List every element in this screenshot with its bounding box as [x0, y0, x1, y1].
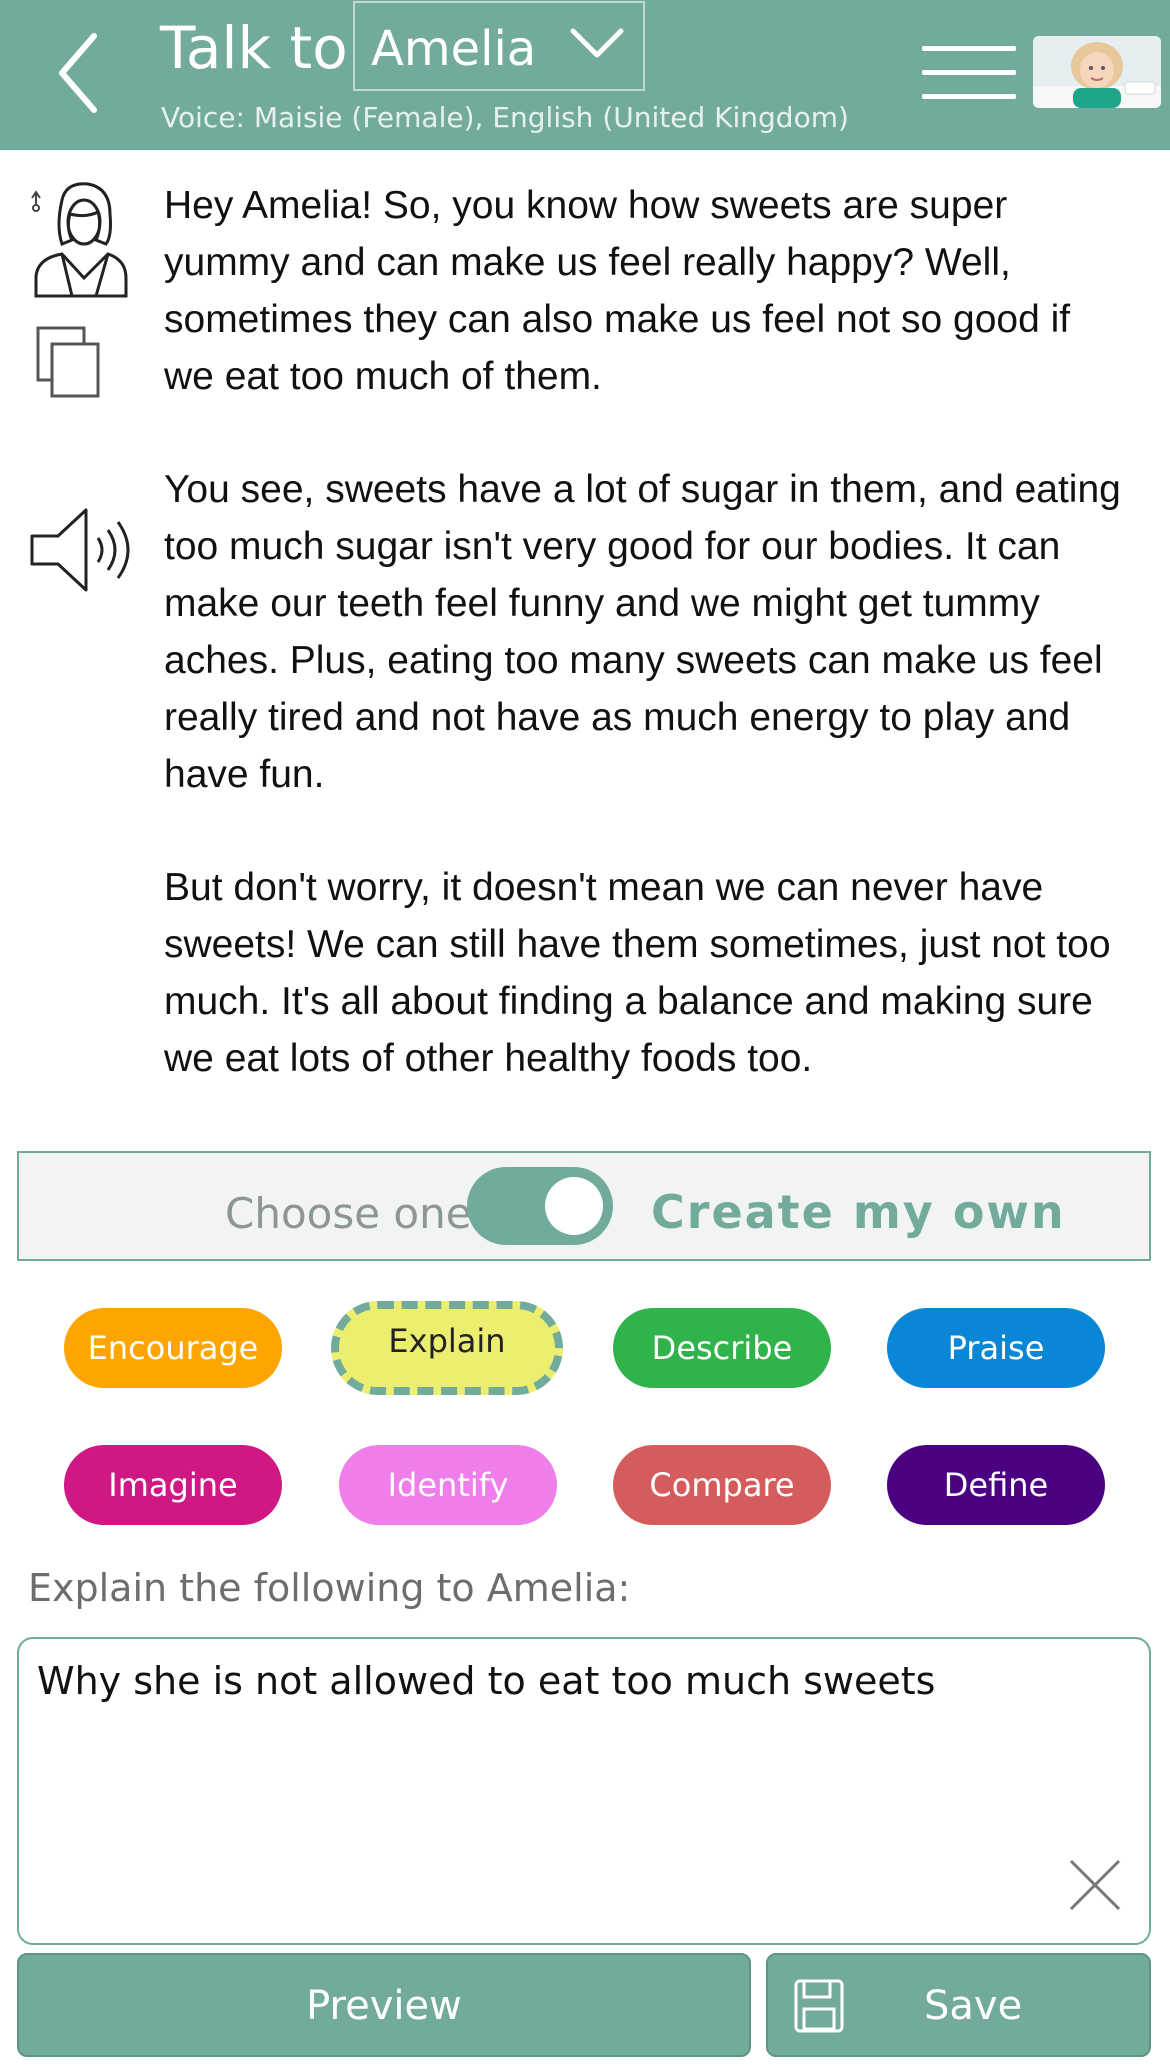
- back-arrow-icon: [59, 33, 97, 113]
- preview-label: Preview: [306, 1983, 462, 2029]
- teacher-avatar-icon: [26, 180, 130, 302]
- prompt-label: Explain the following to Amelia:: [28, 1566, 631, 1610]
- save-button[interactable]: Save: [766, 1953, 1151, 2057]
- chip-define[interactable]: Define: [887, 1445, 1105, 1525]
- chip-compare[interactable]: Compare: [613, 1445, 831, 1525]
- child-photo: [1033, 36, 1161, 108]
- menu-button[interactable]: [922, 46, 1016, 102]
- play-audio-button[interactable]: [28, 506, 136, 598]
- prompt-input[interactable]: Why she is not allowed to eat too much s…: [17, 1637, 1151, 1945]
- page-title: Talk to: [160, 14, 348, 82]
- save-label: Save: [924, 1983, 1023, 2029]
- hamburger-menu-icon: [922, 46, 1016, 51]
- clear-button[interactable]: [1067, 1857, 1123, 1913]
- save-icon: [794, 1979, 844, 2033]
- toggle-knob: [545, 1177, 603, 1235]
- voice-info: Voice: Maisie (Female), English (United …: [161, 101, 849, 134]
- recipient-dropdown[interactable]: Amelia: [353, 1, 645, 91]
- speaker-icon: [30, 508, 130, 592]
- choose-one-label[interactable]: Choose one: [225, 1189, 472, 1238]
- child-avatar[interactable]: [1033, 36, 1161, 108]
- generated-message: Hey Amelia! So, you know how sweets are …: [164, 177, 1124, 1143]
- recipient-name: Amelia: [371, 21, 537, 77]
- back-button[interactable]: [50, 28, 110, 118]
- chip-imagine[interactable]: Imagine: [64, 1445, 282, 1525]
- chip-encourage[interactable]: Encourage: [64, 1308, 282, 1388]
- app-header: Talk to Amelia Voice: Maisie (Female), E…: [0, 0, 1170, 150]
- close-icon: [1069, 1859, 1121, 1911]
- copy-icon: [36, 326, 100, 398]
- mode-switch-bar: Choose one Create my own: [17, 1151, 1151, 1261]
- chip-describe[interactable]: Describe: [613, 1308, 831, 1388]
- message-paragraph-1: Hey Amelia! So, you know how sweets are …: [164, 184, 1071, 398]
- chevron-down-icon: [570, 28, 624, 58]
- chip-identify[interactable]: Identify: [339, 1445, 557, 1525]
- prompt-input-value[interactable]: Why she is not allowed to eat too much s…: [37, 1659, 935, 1703]
- message-paragraph-3: But don't worry, it doesn't mean we can …: [164, 866, 1111, 1080]
- message-paragraph-2: You see, sweets have a lot of sugar in t…: [164, 468, 1121, 796]
- chip-praise[interactable]: Praise: [887, 1308, 1105, 1388]
- preview-button[interactable]: Preview: [17, 1953, 751, 2057]
- mode-toggle[interactable]: [467, 1167, 613, 1245]
- create-my-own-label[interactable]: Create my own: [651, 1185, 1066, 1239]
- chip-explain[interactable]: Explain: [331, 1301, 563, 1395]
- copy-button[interactable]: [36, 326, 102, 404]
